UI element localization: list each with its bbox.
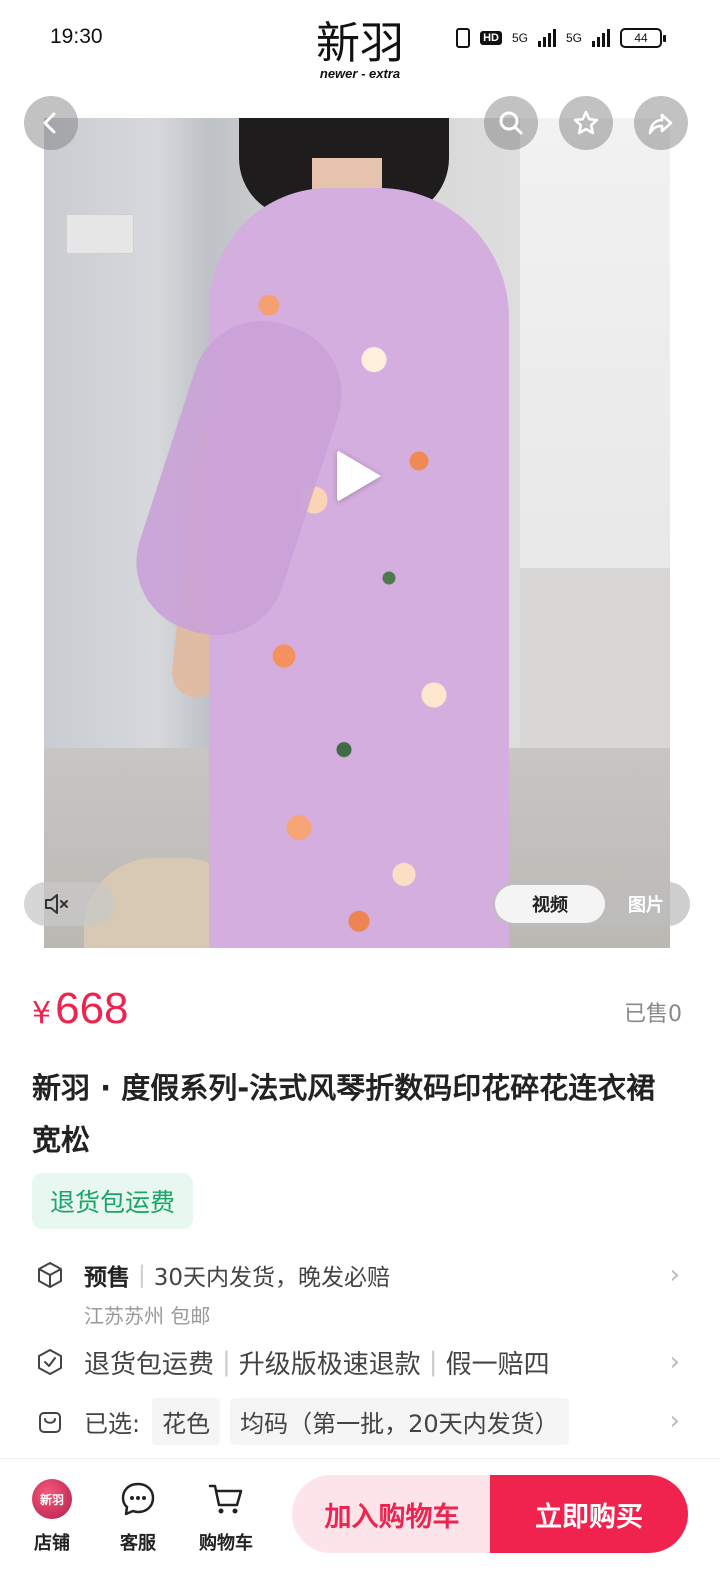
customer-service-label: 客服 [120, 1533, 156, 1554]
price: ¥ 668 [32, 984, 129, 1034]
photo-switch-plate [66, 214, 134, 254]
cart-nav[interactable]: 购物车 [186, 1477, 266, 1555]
chevron-right-icon: › [669, 1260, 680, 1290]
divider: | [428, 1347, 438, 1377]
photo-wall-panel [520, 118, 670, 568]
network-label-2: 5G [565, 31, 582, 45]
share-button[interactable] [634, 96, 688, 150]
status-time: 19:30 [50, 25, 103, 48]
media-mode-switch: 视频 图片 [492, 882, 690, 926]
shop-nav[interactable]: 新羽 店铺 [12, 1477, 92, 1555]
product-title: 新羽 · 度假系列-法式风琴折数码印花碎花连衣裙 宽松 [32, 1071, 656, 1157]
product-media: 19:30 新羽 newer - extra HD 5G 5G 44 视频 图片 [0, 0, 720, 960]
divider: | [138, 1262, 146, 1288]
hd-badge: HD [480, 31, 502, 45]
status-icons: HD 5G 5G 44 [456, 28, 666, 48]
shop-logo: 新羽 [32, 1479, 72, 1519]
buy-now-button[interactable]: 立即购买 [490, 1475, 688, 1553]
back-button[interactable] [24, 96, 78, 150]
tab-video[interactable]: 视频 [495, 885, 605, 923]
cart-icon [204, 1477, 248, 1521]
search-button[interactable] [484, 96, 538, 150]
star-icon [573, 110, 599, 135]
return-shipping-tag: 退货包运费 [32, 1173, 194, 1229]
presale-text: 30天内发货，晚发必赔 [153, 1265, 391, 1291]
selected-color-chip: 花色 [152, 1397, 221, 1445]
package-icon [32, 1257, 68, 1293]
battery-icon: 44 [620, 28, 666, 48]
bag-icon [32, 1403, 68, 1439]
tab-images[interactable]: 图片 [605, 885, 687, 923]
ship-from: 江苏苏州 包邮 [84, 1304, 211, 1328]
price-value: 668 [55, 984, 129, 1033]
selected-size-chip: 均码（第一批，20天内发货） [230, 1397, 569, 1445]
service-item-return: 退货包运费 [84, 1349, 215, 1380]
presale-label: 预售 [84, 1265, 130, 1291]
brand-logo: 新羽 newer - extra [300, 18, 420, 81]
mute-button[interactable] [24, 882, 114, 926]
add-to-cart-button[interactable]: 加入购物车 [292, 1475, 492, 1553]
chevron-right-icon: › [669, 1406, 680, 1436]
network-label-1: 5G [511, 31, 528, 45]
bottom-action-bar: 新羽 店铺 客服 购物车 加入购物车 立即购买 [0, 1458, 720, 1584]
play-icon[interactable] [337, 450, 381, 502]
service-row[interactable]: 退货包运费 | 升级版极速退款 | 假一赔四 › [32, 1342, 688, 1382]
shop-label: 店铺 [34, 1533, 70, 1554]
service-item-refund: 升级版极速退款 [238, 1349, 421, 1380]
price-currency: ¥ [32, 996, 52, 1031]
chat-bubble-icon [116, 1477, 160, 1521]
product-video-frame[interactable] [44, 118, 670, 948]
selected-label: 已选: [84, 1409, 141, 1438]
service-item-guarantee: 假一赔四 [445, 1349, 550, 1380]
favorite-button[interactable] [559, 96, 613, 150]
divider: | [222, 1347, 231, 1377]
presale-row[interactable]: 预售 | 30天内发货，晚发必赔 › [32, 1256, 688, 1294]
back-icon [43, 112, 56, 134]
signal-icon [537, 29, 556, 47]
brand-name-cn: 新羽 [316, 18, 404, 69]
signal-icon-2 [592, 29, 610, 47]
speaker-muted-icon [45, 894, 68, 914]
sold-count: 已售0 [624, 1002, 682, 1027]
cart-label: 购物车 [199, 1533, 253, 1554]
search-icon [499, 111, 523, 135]
vibrate-icon [456, 28, 471, 48]
chevron-right-icon: › [669, 1347, 680, 1377]
shield-check-icon [32, 1344, 68, 1380]
share-icon [648, 113, 673, 135]
selected-spec-row[interactable]: 已选: 花色 均码（第一批，20天内发货） › [32, 1397, 688, 1445]
customer-service-nav[interactable]: 客服 [98, 1477, 178, 1555]
